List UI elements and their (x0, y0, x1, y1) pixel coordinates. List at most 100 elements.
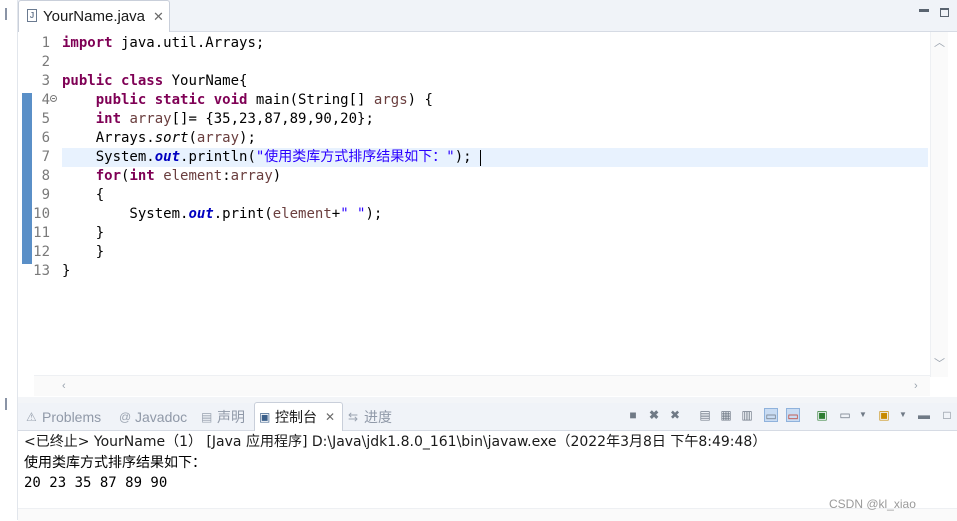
tab-javadoc[interactable]: Javadoc (135, 407, 187, 427)
code-line[interactable]: System.out.println("使用类库方式排序结果如下："); (62, 148, 472, 167)
editor-horizontal-scrollbar[interactable]: ‹ › (34, 375, 930, 396)
code-token: java.util.Arrays; (112, 35, 265, 51)
line-number: 12 (33, 244, 50, 260)
code-token: out (154, 149, 181, 165)
line-number: 10 (33, 206, 50, 222)
line-number: 8 (41, 168, 50, 184)
tab-console[interactable]: 控制台 (275, 407, 317, 427)
line-number: 6 (41, 130, 50, 146)
code-line[interactable]: Arrays.sort(array); (62, 129, 256, 148)
console-output-line: 20 23 35 87 89 90 (24, 475, 168, 491)
scroll-right-icon[interactable]: › (914, 380, 918, 392)
close-icon[interactable]: ✕ (325, 407, 335, 427)
code-token: } (62, 244, 105, 260)
code-token: int (95, 111, 122, 127)
tab-problems[interactable]: Problems (42, 407, 101, 427)
code-token: Arrays. (62, 130, 155, 146)
code-line[interactable]: } (62, 224, 104, 243)
collapse-fold-icon[interactable] (50, 95, 57, 102)
console-status-line: <已终止> YourName（1） [Java 应用程序] D:\Java\jd… (24, 434, 767, 450)
code-token: ); (365, 206, 383, 222)
code-token: args (373, 92, 408, 108)
line-number: 2 (41, 54, 50, 70)
console-horizontal-scrollbar[interactable] (18, 508, 957, 521)
code-token: ) (272, 168, 282, 184)
watermark-text: CSDN @kl_xiao (829, 497, 916, 511)
clear-console-icon[interactable]: ▤ (698, 408, 712, 422)
open-console-icon[interactable]: ▣ (877, 408, 891, 422)
view-edge-marker (5, 8, 7, 20)
code-token: sort (154, 130, 189, 146)
code-token: ( (188, 130, 197, 146)
code-token: main(String[] (247, 92, 374, 108)
code-token: System. (62, 149, 155, 165)
declaration-icon: ▤ (201, 410, 213, 424)
code-token: : (222, 168, 231, 184)
line-number: 7 (41, 149, 50, 165)
show-on-stdout-icon[interactable]: ▭ (764, 408, 778, 423)
minimize-icon[interactable] (919, 9, 929, 12)
code-token: out (188, 206, 214, 222)
code-token: array (196, 130, 240, 146)
text-caret (480, 150, 481, 166)
console-icon: ▣ (259, 410, 271, 424)
code-token: []= {35,23,87,89,90,20}; (171, 111, 374, 127)
code-token: } (62, 263, 71, 279)
editor-vertical-scrollbar[interactable]: ︿ ﹀ (930, 32, 948, 377)
panel-minimize-icon[interactable]: ▬ (917, 408, 931, 422)
code-line[interactable]: { (62, 186, 104, 205)
editor-tab-label: YourName.java (43, 8, 146, 25)
remove-launch-icon[interactable]: ✖ (647, 408, 661, 422)
line-number: 11 (33, 225, 50, 241)
code-token: import (62, 35, 113, 51)
code-line[interactable]: public static void main(String[] args) { (62, 91, 433, 110)
chevron-down-icon[interactable]: ▼ (896, 408, 910, 422)
code-line[interactable]: int array[]= {35,23,87,89,90,20}; (62, 110, 374, 129)
scroll-left-icon[interactable]: ‹ (62, 380, 66, 392)
word-wrap-icon[interactable]: ▥ (740, 408, 754, 422)
code-token: .print( (213, 206, 273, 222)
code-token: } (62, 225, 105, 241)
left-view-strip (0, 0, 18, 520)
close-icon[interactable]: ✕ (153, 8, 164, 26)
line-number: 4 (41, 92, 50, 108)
code-token: { (62, 187, 105, 203)
show-on-stderr-icon[interactable]: ▭ (786, 408, 800, 423)
pin-console-icon[interactable]: ▣ (815, 408, 829, 422)
code-token: void (213, 92, 248, 108)
tab-progress[interactable]: 进度 (364, 407, 392, 427)
code-token: YourName{ (163, 73, 248, 89)
terminate-icon[interactable]: ■ (626, 408, 640, 422)
code-token: class (121, 73, 164, 89)
chevron-down-icon[interactable]: ▼ (856, 408, 870, 422)
code-line[interactable]: for(int element:array) (62, 167, 282, 186)
code-line[interactable]: } (62, 243, 104, 262)
scroll-lock-icon[interactable]: ▦ (719, 408, 733, 422)
remove-all-terminated-icon[interactable]: ✖ (668, 408, 682, 422)
problems-icon: ⚠ (26, 410, 37, 424)
panel-maximize-icon[interactable]: □ (940, 408, 954, 422)
code-line[interactable]: System.out.print(element+" "); (62, 205, 382, 224)
line-number: 5 (41, 111, 50, 127)
code-token: for (95, 168, 122, 184)
code-line[interactable]: } (62, 262, 70, 281)
code-token: ) { (407, 92, 433, 108)
javadoc-icon: @ (119, 410, 132, 424)
java-file-icon: J (27, 9, 37, 22)
scroll-down-icon[interactable]: ﹀ (934, 358, 945, 370)
code-line[interactable]: public class YourName{ (62, 72, 247, 91)
scroll-up-icon[interactable]: ︿ (934, 37, 945, 49)
code-token: array (230, 168, 273, 184)
display-console-icon[interactable]: ▭ (838, 408, 852, 422)
line-number: 13 (33, 263, 50, 279)
maximize-icon[interactable] (940, 8, 949, 17)
code-token: "使用类库方式排序结果如下：" (255, 149, 455, 165)
line-number: 1 (41, 35, 50, 51)
code-line[interactable]: import java.util.Arrays; (62, 34, 264, 53)
tab-declaration[interactable]: 声明 (217, 407, 245, 427)
